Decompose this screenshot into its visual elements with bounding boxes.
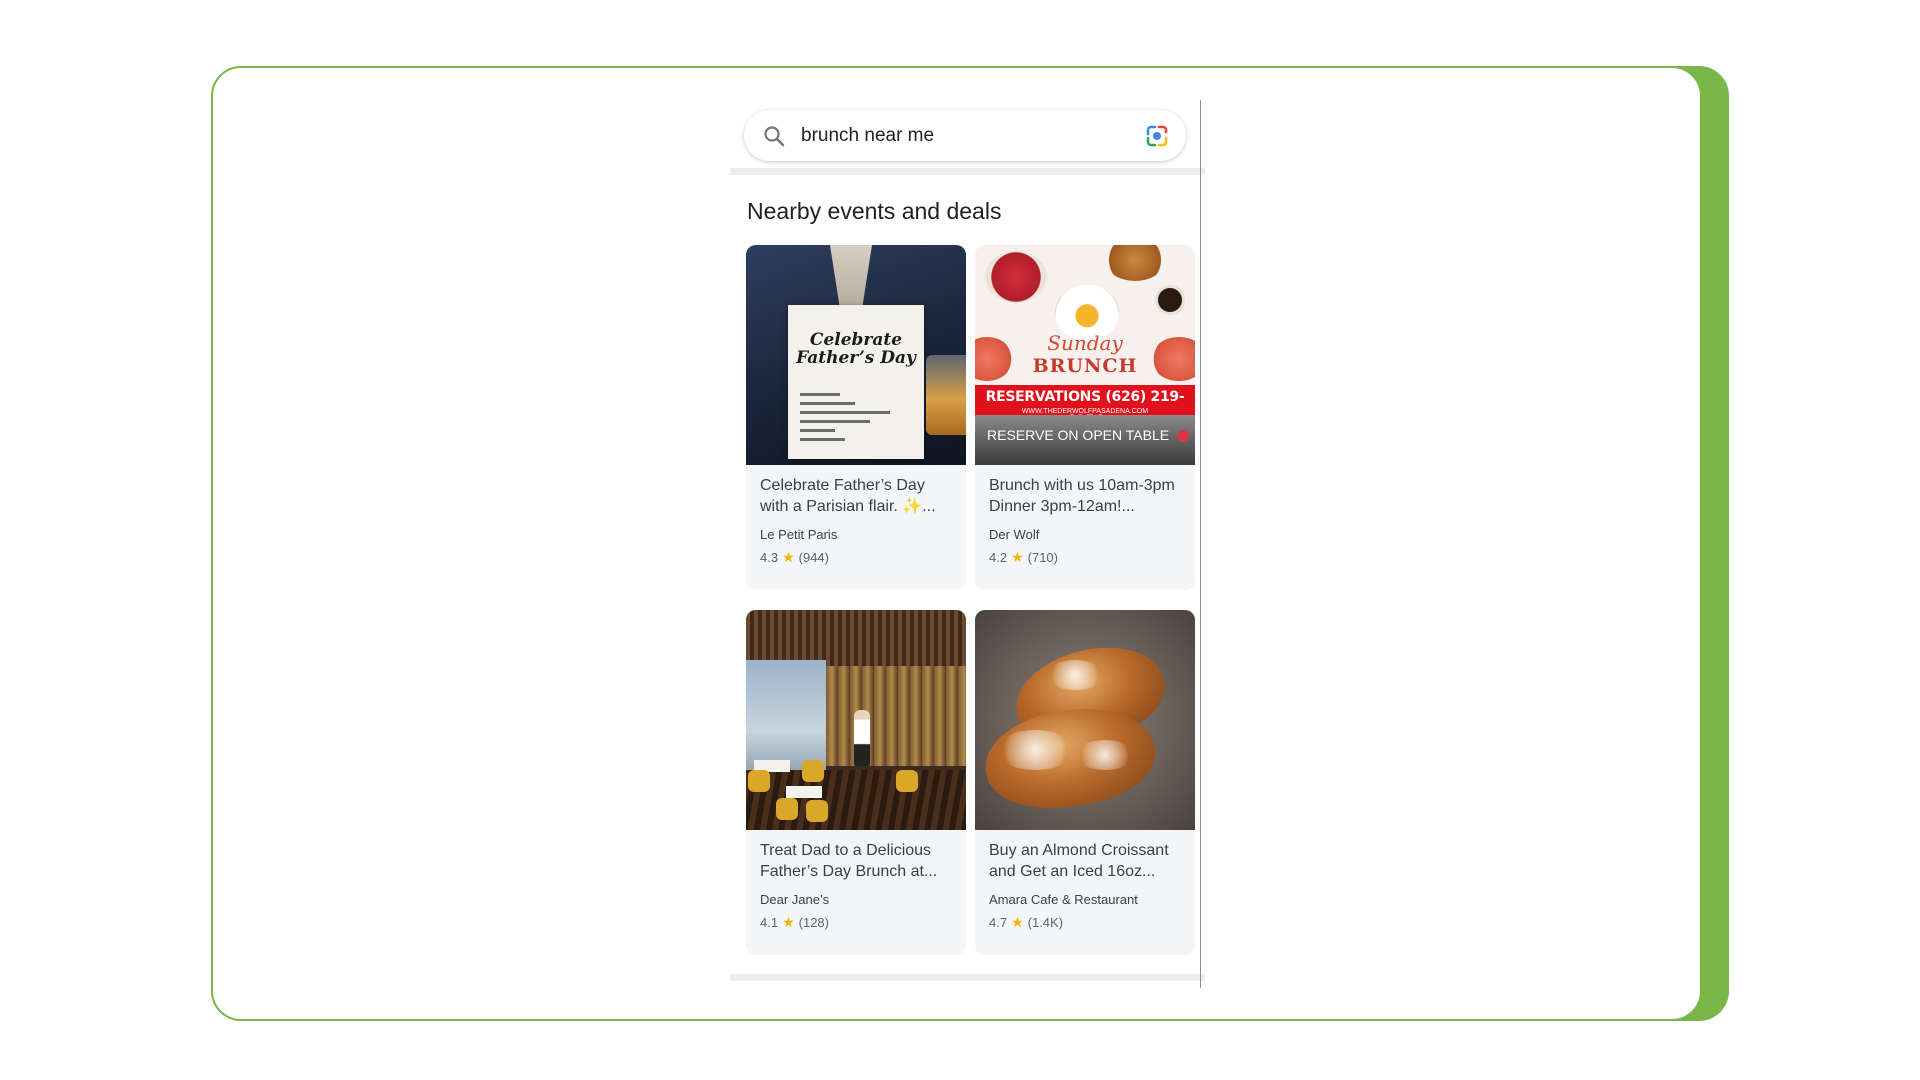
review-count: (128)	[798, 915, 829, 930]
card-source: Amara Cafe & Restaurant	[989, 892, 1138, 907]
card-source: Der Wolf	[989, 527, 1040, 542]
image-berries	[985, 251, 1047, 303]
rating-value: 4.2	[989, 550, 1008, 565]
image-chair	[776, 798, 798, 820]
image-brunch-text: BRUNCH	[1032, 355, 1138, 377]
card-rating: 4.2 ★ (710)	[989, 549, 1058, 566]
image-chair	[896, 770, 918, 792]
image-sunday-text: Sunday	[1047, 331, 1123, 355]
image-flyer-headline: Celebrate Father’s Day	[796, 330, 916, 368]
image-waiter	[854, 710, 870, 766]
card-rating: 4.7 ★ (1.4K)	[989, 914, 1063, 931]
search-input[interactable]: brunch near me	[801, 125, 934, 147]
deal-card[interactable]: Treat Dad to a Delicious Father’s Day Br…	[746, 610, 966, 955]
image-bar-shelves	[826, 666, 966, 766]
card-image-fathers-day[interactable]: Celebrate Father’s Day	[746, 245, 966, 465]
image-chair	[802, 760, 824, 782]
card-source: Le Petit Paris	[760, 527, 838, 542]
image-flyer-lines	[800, 393, 900, 447]
search-bar[interactable]: brunch near me	[744, 110, 1186, 161]
review-count: (1.4K)	[1027, 915, 1064, 930]
review-count: (944)	[798, 550, 829, 565]
rating-value: 4.3	[760, 550, 779, 565]
search-icon[interactable]	[762, 124, 786, 148]
star-icon: ★	[1011, 914, 1024, 930]
image-coffee	[1155, 285, 1185, 315]
star-icon: ★	[782, 914, 795, 930]
card-title[interactable]: Treat Dad to a Delicious Father’s Day Br…	[760, 840, 956, 882]
deal-card[interactable]: Buy an Almond Croissant and Get an Iced …	[975, 610, 1195, 955]
review-count: (710)	[1027, 550, 1058, 565]
image-chair	[748, 770, 770, 792]
card-image-restaurant-interior[interactable]	[746, 610, 966, 830]
image-sugar	[995, 730, 1075, 770]
card-title[interactable]: Brunch with us 10am-3pm Dinner 3pm-12am!…	[989, 475, 1185, 517]
deal-card[interactable]: Celebrate Father’s Day Celebrate Father’…	[746, 245, 966, 590]
image-glass	[926, 355, 966, 435]
section-title: Nearby events and deals	[747, 198, 1002, 224]
section-divider	[730, 168, 1205, 175]
image-sugar	[1075, 740, 1135, 770]
image-pastry	[1105, 245, 1165, 281]
card-rating: 4.3 ★ (944)	[760, 549, 829, 566]
deal-card[interactable]: Sunday BRUNCH RESERVATIONS (626) 219-605…	[975, 245, 1195, 590]
image-chair	[806, 800, 828, 822]
card-title[interactable]: Celebrate Father’s Day with a Parisian f…	[760, 475, 956, 517]
card-source: Dear Jane’s	[760, 892, 830, 907]
card-image-sunday-brunch[interactable]: Sunday BRUNCH RESERVATIONS (626) 219-605…	[975, 245, 1195, 465]
mobile-search-results: brunch near me Nearby events and deals C…	[730, 100, 1205, 988]
image-table	[786, 786, 822, 798]
open-table-logo-icon	[1177, 430, 1189, 442]
section-divider	[730, 974, 1205, 981]
rating-value: 4.7	[989, 915, 1008, 930]
star-icon: ★	[1011, 549, 1024, 565]
image-website: WWW.THEDERWOLFPASADENA.COM	[1021, 408, 1149, 415]
image-open-table-text: RESERVE ON OPEN TABLE	[987, 427, 1170, 443]
google-lens-icon[interactable]	[1144, 123, 1170, 149]
image-flyer: Celebrate Father’s Day	[788, 305, 924, 459]
card-rating: 4.1 ★ (128)	[760, 914, 829, 931]
card-title[interactable]: Buy an Almond Croissant and Get an Iced …	[989, 840, 1185, 882]
rating-value: 4.1	[760, 915, 779, 930]
image-sugar	[1045, 660, 1105, 690]
star-icon: ★	[782, 549, 795, 565]
card-image-almond-croissant[interactable]	[975, 610, 1195, 830]
phone-edge	[1200, 100, 1201, 988]
